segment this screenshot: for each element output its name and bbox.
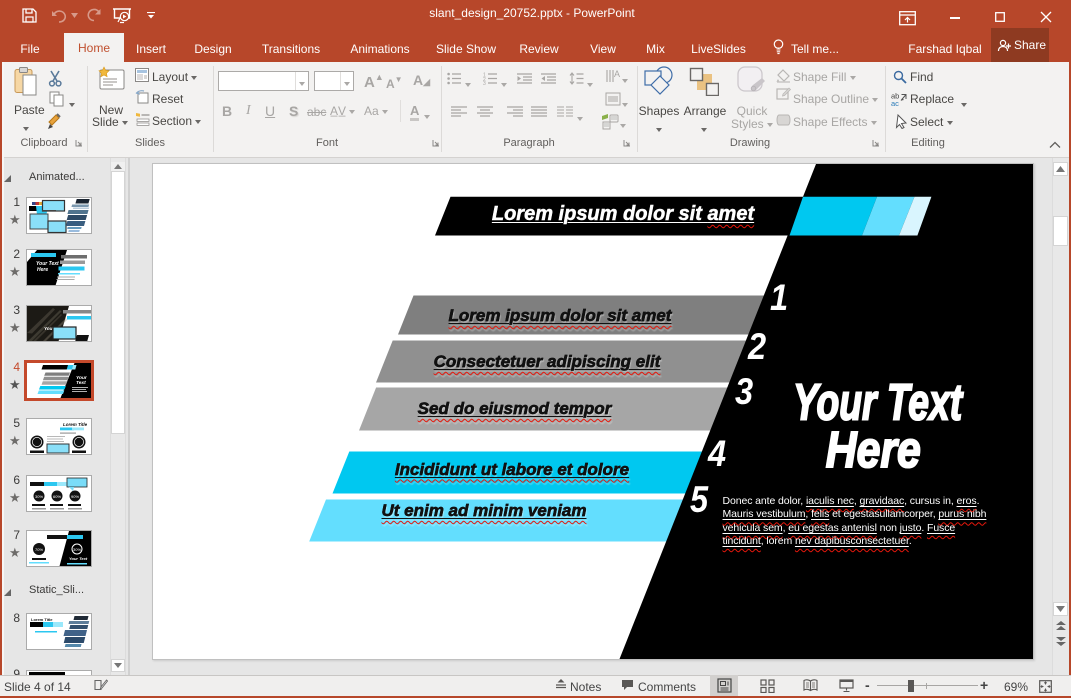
svg-text:70%: 70% [35,547,43,552]
svg-text:Here: Here [37,267,48,273]
svg-text:Text: Text [76,380,86,386]
svg-text:30%: 30% [35,494,43,499]
svg-text:30%: 30% [73,547,81,552]
svg-text:Here: Here [826,421,921,478]
svg-text:Lorem Title: Lorem Title [31,617,53,622]
svg-text:A: A [614,69,620,79]
svg-text:ac: ac [891,99,899,106]
svg-text:Your Text: Your Text [69,556,88,561]
svg-text:Lorem Title: Lorem Title [63,422,88,427]
svg-text:60%: 60% [53,494,61,499]
svg-text:90%: 90% [71,494,79,499]
svg-text:3: 3 [483,81,486,85]
